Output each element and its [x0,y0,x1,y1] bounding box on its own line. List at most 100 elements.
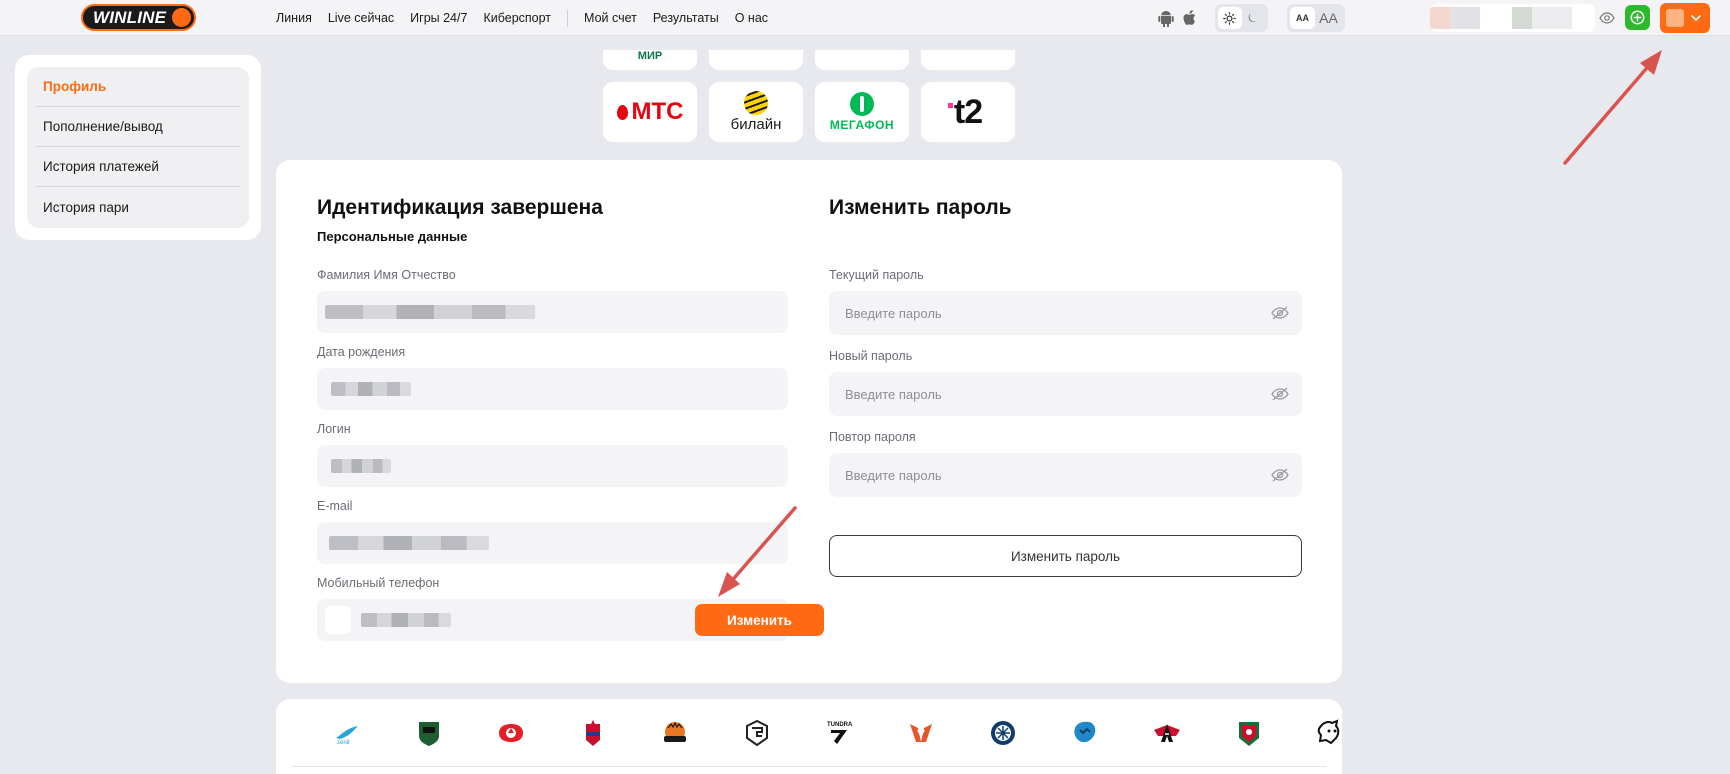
winline-logo[interactable]: WINLINE [81,4,196,31]
sidebar-item-deposit-withdraw[interactable]: Пополнение/вывод [35,107,241,147]
login-label: Логин [317,422,351,436]
arrow-to-account-menu [1563,50,1662,165]
spartak-icon [499,724,523,742]
eye-off-icon[interactable] [1270,304,1290,322]
nav-about[interactable]: О нас [735,11,768,25]
metallurg-icon [1317,719,1340,745]
account-menu-button[interactable] [1660,3,1710,33]
sibir-icon [991,721,1015,745]
new-password-input[interactable] [845,386,1225,402]
login-value-blurred [331,459,391,473]
nav-esports[interactable]: Киберспорт [483,11,551,25]
gambit-icon [746,719,768,747]
eye-off-icon[interactable] [1270,466,1290,484]
change-password-button[interactable]: Изменить пароль [829,535,1302,577]
nav-games[interactable]: Игры 24/7 [410,11,467,25]
current-password-input[interactable] [845,305,1225,321]
sidebar-item-bet-history[interactable]: История пари [35,187,241,227]
tundra-icon: TUNDRA [827,722,853,744]
cska-icon [586,720,600,746]
sidebar-item-profile[interactable]: Профиль [35,67,241,107]
apple-icon[interactable] [1182,9,1198,27]
cska-logo[interactable] [552,716,634,750]
change-phone-button[interactable]: Изменить [695,604,824,636]
repeat-password-wrapper [829,453,1302,497]
svg-text:zenit: zenit [337,740,350,746]
tractor-icon [1074,721,1096,743]
dark-theme-option[interactable] [1242,7,1266,29]
font-size-switch: AA AA [1287,4,1345,32]
spartak-logo[interactable] [470,716,552,750]
eye-off-icon[interactable] [1270,385,1290,403]
new-password-label: Новый пароль [829,349,913,363]
t2-logo: t2 [947,93,983,132]
balance-display[interactable] [1430,4,1595,32]
android-icon[interactable] [1158,9,1174,27]
krasnodar-icon [419,722,439,746]
moon-icon [1248,13,1259,23]
mts-logo-text: МТС [631,98,684,125]
current-password-label: Текущий пароль [829,268,924,282]
metallurg-logo[interactable] [1290,716,1372,750]
repeat-password-label: Повтор пароля [829,430,916,444]
beeline-ball-icon [743,91,768,115]
nav-my-account[interactable]: Мой счет [584,11,637,25]
balance-blur [1450,7,1480,29]
sibir-logo[interactable] [962,716,1044,750]
mir-logo-text: МИР [637,50,663,62]
balance-blur [1430,7,1450,29]
krasnodar-logo[interactable] [388,716,470,750]
light-theme-option[interactable] [1218,7,1242,29]
new-password-wrapper [829,372,1302,416]
login-field [317,445,788,487]
zenit-logo[interactable]: zenit [306,716,388,750]
zenit-icon: zenit [336,726,358,746]
clubs-row: zenit TUNDRA [306,716,1372,750]
sidebar-item-payment-history[interactable]: История платежей [35,147,241,187]
repeat-password-input[interactable] [845,467,1225,483]
clubs-divider [292,766,1326,767]
tundra-logo[interactable]: TUNDRA [798,716,880,750]
phone-field: Изменить [317,599,824,641]
virtus-pro-icon [910,724,932,742]
change-password-title: Изменить пароль [829,196,1012,219]
profile-card: Идентификация завершена Персональные дан… [276,160,1342,683]
avangard-logo[interactable] [1126,716,1208,750]
email-value-blurred [329,536,489,550]
logo-dot [172,8,191,27]
theme-switch [1215,4,1268,32]
personal-data-subtitle: Персональные данные [317,229,468,244]
top-header: WINLINE Линия Live сейчас Игры 24/7 Кибе… [0,0,1730,36]
nav-divider [567,9,569,27]
megafon-logo: МЕГАФОН [830,92,894,132]
identification-title: Идентификация завершена [317,196,603,219]
full-name-field [317,291,788,333]
nav-results[interactable]: Результаты [653,11,719,25]
payment-logo-tile [709,50,803,70]
megafon-mark-icon [850,92,874,116]
font-large-option[interactable]: AA [1315,7,1342,29]
t2-dot-icon [947,102,953,108]
nav-live[interactable]: Live сейчас [328,11,394,25]
nav-line[interactable]: Линия [276,11,312,25]
toggle-balance-visibility[interactable] [1595,6,1619,30]
sun-icon [1223,11,1237,25]
unics-logo[interactable] [634,716,716,750]
birth-date-field [317,368,788,410]
birth-date-value-blurred [331,382,411,396]
deposit-button[interactable] [1625,5,1650,30]
balance-blur [1512,7,1532,29]
font-small-option[interactable]: AA [1290,7,1315,29]
gambit-logo[interactable] [716,716,798,750]
tractor-logo[interactable] [1044,716,1126,750]
phone-label: Мобильный телефон [317,576,440,590]
full-name-label: Фамилия Имя Отчество [317,268,456,282]
ak-bars-logo[interactable] [1208,716,1290,750]
payment-logo-mir: МИР [603,50,697,70]
payment-logo-megafon: МЕГАФОН [815,82,909,142]
virtus-pro-logo[interactable] [880,716,962,750]
payment-logo-beeline: билайн [709,82,803,142]
balance-blur [1532,7,1572,29]
logo-text: WINLINE [93,7,167,27]
phone-value-blurred [361,613,451,627]
